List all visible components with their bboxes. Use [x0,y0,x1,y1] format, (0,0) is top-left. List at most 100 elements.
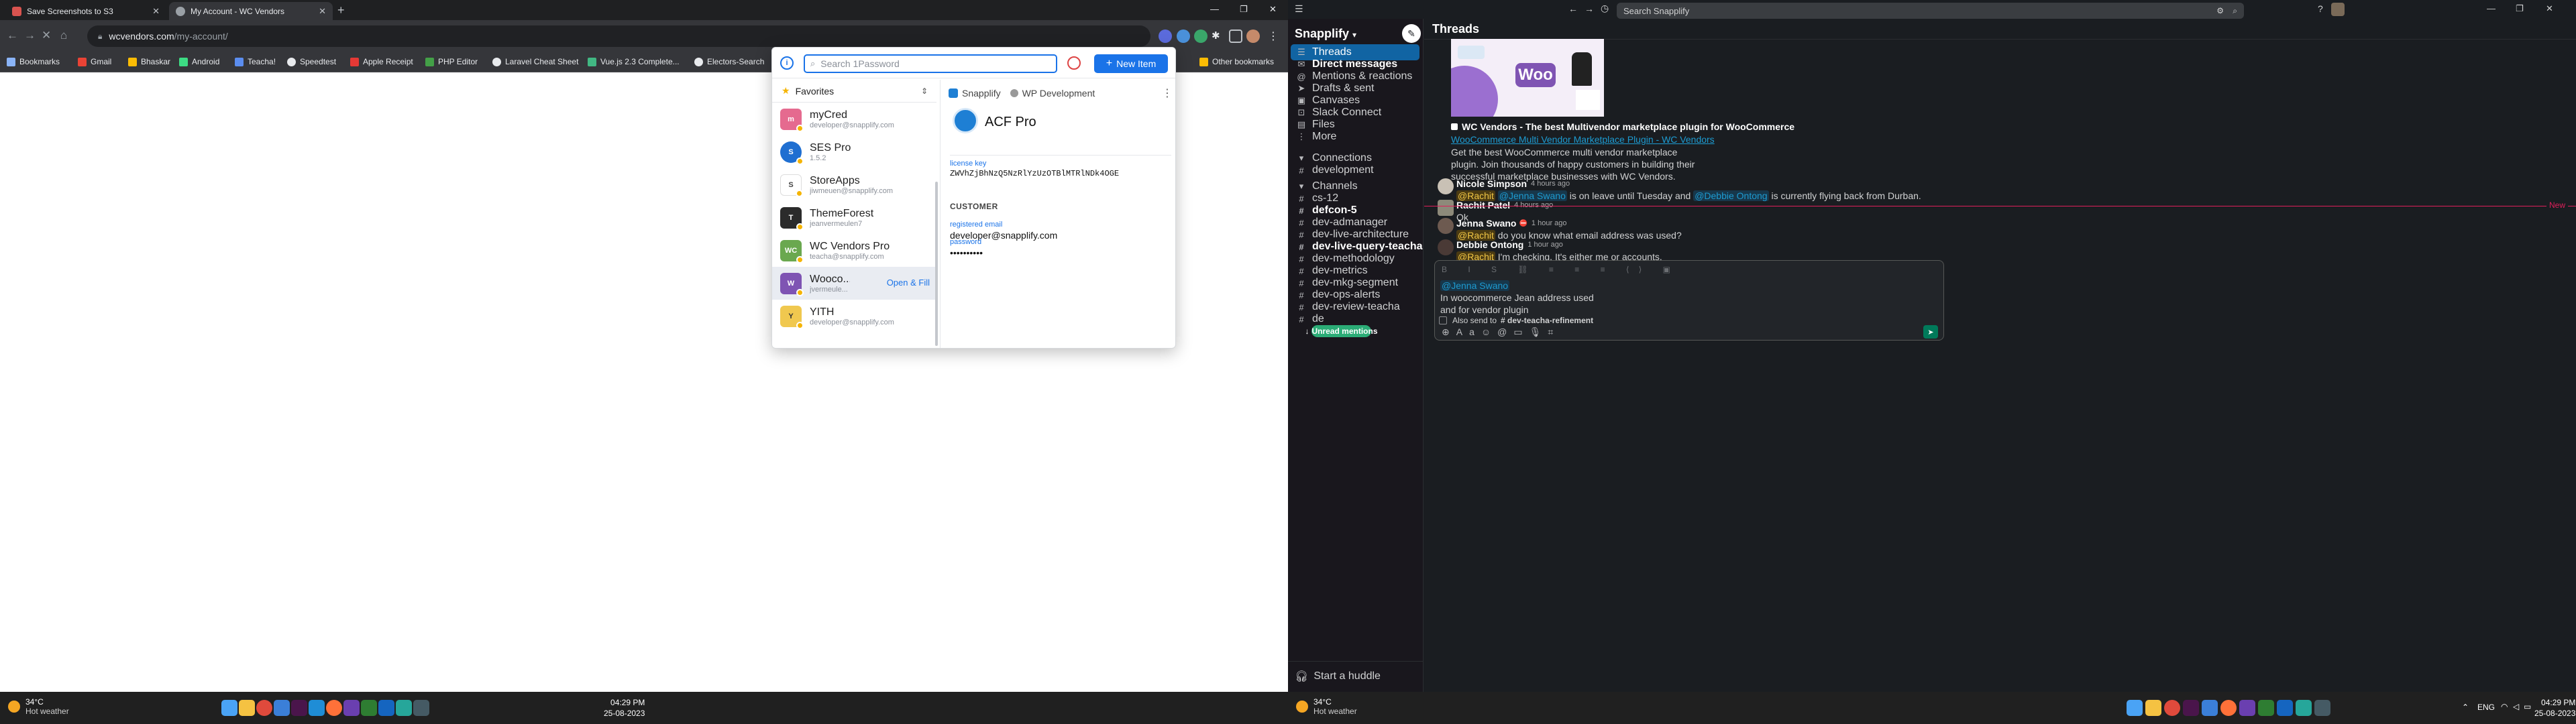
app-icon[interactable] [2202,700,2218,716]
bookmark-item[interactable]: PHP Editor [425,57,478,66]
bookmark-item[interactable]: Bookmarks [7,57,60,66]
app-icon[interactable] [2296,700,2312,716]
video-icon[interactable]: ▭ [1513,326,1529,337]
extension-icon[interactable] [1194,29,1208,43]
compose-icon[interactable]: ✎ [1402,24,1421,43]
avatar[interactable] [1246,29,1260,43]
maximize-icon[interactable]: ❐ [2516,3,2524,14]
bookmark-item[interactable]: Vue.js 2.3 Complete... [588,57,680,66]
close-tab-icon[interactable]: ✕ [319,6,326,17]
link-preview-image[interactable]: Woo [1451,39,1604,117]
app-icon[interactable] [2277,700,2293,716]
message-composer[interactable]: B I S ⛓ ≡ ≡ ≡ ⟨⟩ ▣ @Jenna Swano In wooco… [1434,260,1944,341]
more-options-icon[interactable]: ⋮ [1162,86,1173,100]
app-icon[interactable] [343,700,360,716]
workspace-name[interactable]: Snapplify ▾ [1295,27,1356,41]
chevron-up-icon[interactable]: ⌃ [2462,703,2469,712]
license-key-field[interactable]: license key ZWVhZjBhNzQ5NzRlYzUzOTBlMTRl… [950,155,1171,178]
maximize-icon[interactable]: ❐ [1240,4,1248,15]
help-icon[interactable]: ? [2318,3,2323,14]
close-window-icon[interactable]: ✕ [2546,3,2553,14]
onepassword-search-input[interactable]: ⌕ Search 1Password [804,54,1057,73]
avatar[interactable] [1438,178,1454,194]
forward-icon[interactable]: → [24,29,36,42]
tab-my-account[interactable]: My Account - WC Vendors ✕ [169,2,333,20]
bookmark-item[interactable]: Gmail [78,57,111,66]
list-item[interactable]: T ThemeForest jeanvermeulen7 [772,201,936,234]
plus-icon[interactable]: ⊕ [1442,326,1456,337]
close-tab-icon[interactable]: ✕ [152,6,160,17]
home-icon[interactable]: ⌂ [60,29,67,42]
weather-widget[interactable]: 34°C Hot weather [1296,697,1357,716]
avatar[interactable] [2331,3,2345,16]
list-item[interactable]: m myCred developer@snapplify.com [772,103,936,135]
user-mention[interactable]: @Debbie Ontong [1693,190,1769,201]
puzzle-icon[interactable]: ✱ [1212,29,1225,43]
stop-icon[interactable]: ✕ [42,29,51,42]
filter-icon[interactable]: ⚙ [2216,6,2224,15]
start-icon[interactable] [2127,700,2143,716]
battery-icon[interactable]: ▭ [2524,702,2531,711]
history-icon[interactable]: ◷ [1601,3,1609,14]
language-indicator[interactable]: ENG [2477,703,2495,712]
app-icon[interactable] [2239,700,2255,716]
list-item[interactable]: WC WC Vendors Pro teacha@snapplify.com [772,234,936,267]
start-huddle-button[interactable]: 🎧︎ Start a huddle [1288,661,1424,690]
close-window-icon[interactable]: ✕ [1269,4,1277,15]
minimize-icon[interactable]: — [2487,3,2496,13]
bookmark-item[interactable]: Android [179,57,219,66]
new-item-button[interactable]: + New Item [1094,54,1168,73]
extension-icon[interactable] [1177,29,1190,43]
shortcuts-icon[interactable]: ⌗ [1548,326,1560,337]
mic-icon[interactable]: 🎙︎ [1529,326,1548,337]
watchtower-icon[interactable] [1067,56,1081,70]
sidebar-item-development[interactable]: # development [1291,162,1419,178]
app-icon[interactable] [2258,700,2274,716]
file-explorer-icon[interactable] [2145,700,2161,716]
bookmark-item[interactable]: Speedtest [287,57,336,66]
unread-mentions-button[interactable]: ↓ Unread mentions [1305,325,1378,337]
back-icon[interactable]: ← [1568,3,1578,14]
tab-save-screenshots[interactable]: Save Screenshots to S3 ✕ [5,2,166,20]
other-bookmarks[interactable]: Other bookmarks [1199,57,1274,66]
app-icon[interactable] [378,700,394,716]
search-icon[interactable]: ⌕ [2233,6,2237,16]
list-item-selected[interactable]: W Wooco... jvermeule... Open & Fill [772,267,936,300]
favorites-dropdown[interactable]: ★ Favorites ⇕ [772,80,936,103]
avatar[interactable] [1438,239,1454,255]
new-tab-icon[interactable]: + [337,4,345,16]
slack-search-input[interactable]: Search Snapplify ⚙ ⌕ [1617,3,2244,19]
mention-icon[interactable]: @ [1497,326,1513,337]
also-send-checkbox[interactable]: Also send to # dev-teacha-refinement [1439,316,1593,325]
volume-icon[interactable]: ◁ [2513,702,2519,711]
send-button[interactable]: ➤ [1923,325,1938,339]
bookmark-item[interactable]: Teacha! [235,57,276,66]
emoji-icon[interactable]: ☺ [1481,326,1497,337]
back-icon[interactable]: ← [7,29,18,42]
forward-icon[interactable]: → [1585,3,1594,14]
bookmark-item[interactable]: Apple Receipt [350,57,413,66]
slack-icon[interactable] [2183,700,2199,716]
bookmark-item[interactable]: Laravel Cheat Sheet [492,57,578,66]
bookmark-item[interactable]: Electors-Search [694,57,764,66]
list-item[interactable]: S StoreApps jiwmeuen@snapplify.com [772,168,936,201]
file-explorer-icon[interactable] [239,700,255,716]
start-icon[interactable] [221,700,237,716]
hamburger-menu-icon[interactable]: ☰ [1295,3,1303,15]
avatar[interactable] [1438,200,1454,216]
password-field[interactable]: password •••••••••• [950,238,1171,258]
app-icon[interactable] [309,700,325,716]
minimize-icon[interactable]: — [1210,4,1219,14]
chrome-icon[interactable] [256,700,272,716]
chrome-icon[interactable] [2164,700,2180,716]
list-item[interactable]: S SES Pro 1.5.2 [772,135,936,168]
weather-widget[interactable]: 34°C Hot weather [8,697,69,716]
slack-icon[interactable] [291,700,307,716]
app-icon[interactable] [396,700,412,716]
avatar[interactable] [1438,218,1454,234]
firefox-icon[interactable] [2220,700,2237,716]
open-fill-button[interactable]: Open & Fill [887,278,930,288]
format-text-icon[interactable]: Aa [1456,326,1481,337]
menu-dots-icon[interactable]: ⋮ [1268,29,1281,43]
app-icon[interactable] [274,700,290,716]
